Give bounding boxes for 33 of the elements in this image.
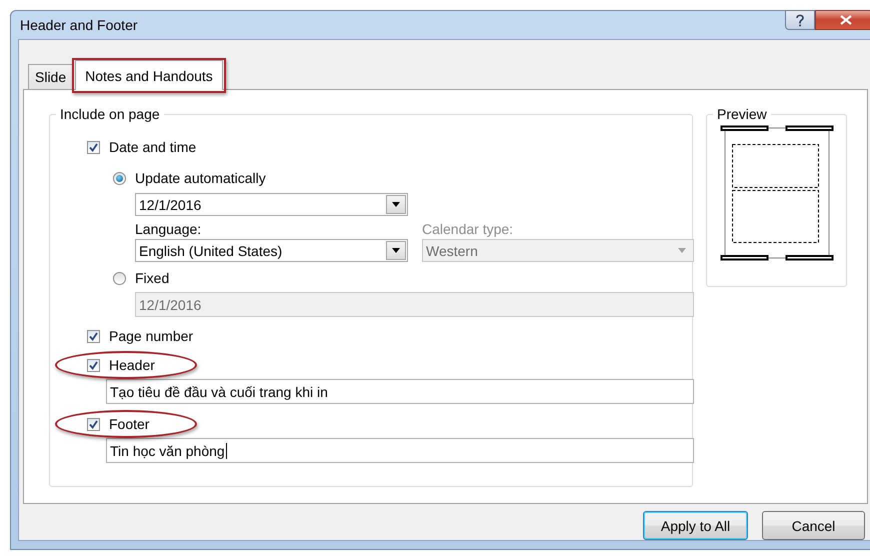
checkbox[interactable]	[87, 418, 100, 430]
dropdown[interactable]: 12/1/2016	[135, 193, 408, 216]
checkbox-label: Header	[109, 357, 155, 373]
group-title: Include on page	[56, 106, 164, 122]
field-label: Language:	[135, 221, 202, 237]
checkbox-label: Page number	[109, 328, 194, 344]
checkbox[interactable]	[87, 140, 100, 154]
text-field[interactable]: Tạo tiêu đề đầu và cuối trang khi in	[106, 379, 694, 404]
help-icon	[795, 14, 805, 26]
group-title: Preview	[713, 106, 771, 122]
checkbox-label: Footer	[109, 416, 150, 432]
close-button[interactable]	[815, 10, 870, 30]
field-label: Calendar type:	[422, 221, 514, 237]
tab[interactable]: Notes and Handouts	[75, 60, 223, 90]
text-cursor	[226, 442, 227, 458]
checkbox[interactable]	[87, 358, 100, 372]
tab[interactable]: Slide	[28, 64, 74, 89]
radio-button[interactable]	[113, 272, 126, 284]
help-button[interactable]	[785, 10, 815, 30]
radio-button[interactable]	[113, 172, 126, 184]
checkbox-label: Date and time	[109, 139, 196, 155]
dropdown-arrow-icon	[392, 248, 400, 253]
radio-label: Fixed	[135, 270, 170, 286]
window-title: Header and Footer	[20, 17, 138, 33]
dialog-button[interactable]: Cancel	[762, 511, 865, 540]
text-field[interactable]: Tin học văn phòng	[106, 438, 694, 463]
dialog-button[interactable]: Apply to All	[643, 511, 748, 540]
close-icon	[840, 15, 852, 25]
dropdown[interactable]: English (United States)	[135, 239, 408, 262]
dropdown-arrow-icon	[392, 202, 400, 207]
dropdown-arrow-icon	[678, 248, 686, 253]
radio-label: Update automatically	[135, 170, 266, 186]
checkbox[interactable]	[87, 330, 100, 342]
